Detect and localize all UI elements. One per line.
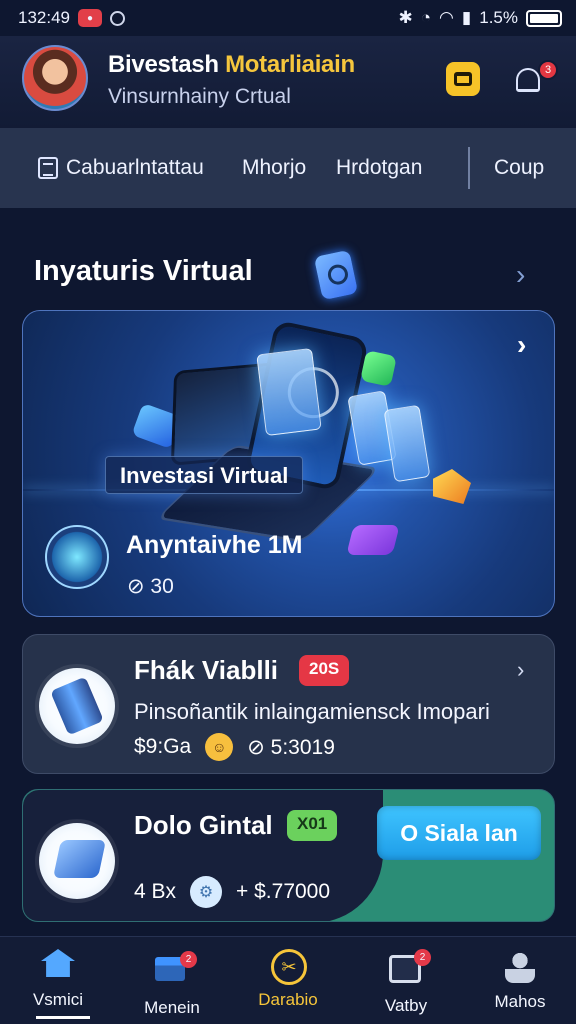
nav-profile[interactable]: Mahos xyxy=(468,949,572,1021)
nav-tools[interactable]: ✂ Darabio xyxy=(236,949,340,1021)
status-left: 132:49 ● xyxy=(18,8,125,28)
active-indicator xyxy=(36,1016,90,1019)
investment-card[interactable]: Fhák Viablli 20S Pinsoñantik inlaingamie… xyxy=(22,634,555,774)
card-price: $9:Ga xyxy=(134,735,192,758)
tab-mhorjo[interactable]: Mhorjo xyxy=(242,156,322,180)
card-meta: $9:Ga ☺ ⊘ 5:3019 xyxy=(134,733,335,761)
signal-icon: ▮ xyxy=(461,8,472,27)
home-icon xyxy=(41,949,75,983)
card-title: Dolo Gintal xyxy=(134,810,273,840)
nav-home[interactable]: Vsmici xyxy=(6,949,110,1021)
tab-hrdotgan[interactable]: Hrdotgan xyxy=(336,156,440,180)
section-title: Inyaturis Virtual xyxy=(34,255,253,287)
chevron-right-icon[interactable]: › xyxy=(517,657,524,683)
nav-badge: 2 xyxy=(414,949,431,966)
nav-label: Vsmici xyxy=(32,990,84,1009)
green-sparkle-icon xyxy=(360,350,397,387)
wrench-icon: ⚙ xyxy=(190,876,223,908)
hero-amount: Anyntaivhe 1M xyxy=(126,531,303,559)
status-badge: X01 xyxy=(287,810,338,841)
investment-roll-icon xyxy=(39,668,115,744)
app-notification-icon: ● xyxy=(78,9,102,27)
bottom-navigation: Vsmici 2 Menein ✂ Darabio 2 Vatby Mahos xyxy=(0,936,576,1024)
search-badge-icon xyxy=(313,249,359,301)
nav-label: Darabio xyxy=(258,990,318,1009)
status-badge: 20S xyxy=(299,655,350,686)
nav-store[interactable]: 2 Menein xyxy=(120,949,224,1021)
tools-shape: ✂ xyxy=(271,949,307,985)
tab-divider xyxy=(468,147,470,189)
card-description: Pinsoñantik inlaingamiensck Imopari xyxy=(134,699,490,724)
box-graphic xyxy=(52,840,107,878)
card-meta-value: ⊘ 5:3019 xyxy=(247,735,335,759)
coin-face-icon: ☺ xyxy=(205,733,234,761)
status-bar: 132:49 ● ✱ ◔ ◠ ▮ 1.5% xyxy=(0,0,576,36)
document-icon xyxy=(38,157,58,179)
store-icon: 2 xyxy=(155,951,197,991)
card-title: Fhák Viablli xyxy=(134,655,279,685)
battery-level: 1.5% xyxy=(479,8,518,27)
nav-wallet[interactable]: 2 Vatby xyxy=(354,949,458,1021)
status-indicator-icon xyxy=(110,10,125,26)
wifi-icon: ◠ xyxy=(439,8,454,27)
tab-label: Coup xyxy=(494,156,545,179)
tab-label: Cabuarlntattau xyxy=(66,156,204,179)
tools-icon: ✂ xyxy=(271,949,307,985)
hero-caption: Investasi Virtual xyxy=(105,456,304,494)
status-time: 132:49 xyxy=(18,8,70,27)
digital-box-icon xyxy=(39,823,115,899)
title-highlight: Motarliaiain xyxy=(225,51,355,78)
wallet-icon: 2 xyxy=(389,949,431,989)
user-icon xyxy=(503,951,537,985)
hero-meta: ⊘ 30 xyxy=(127,575,174,598)
join-button[interactable]: O Siala lan xyxy=(377,806,541,860)
home-shape xyxy=(41,949,75,977)
tab-label: Hrdotgan xyxy=(336,156,423,179)
nav-label: Vatby xyxy=(384,996,428,1015)
wallet-icon xyxy=(454,72,472,86)
digital-card[interactable]: Dolo Gintal X01 O Siala lan 4 Bx ⚙ + $.7… xyxy=(22,789,555,922)
header: Bivestash Motarliaiain Vinsurnhainy Crtu… xyxy=(0,36,576,128)
avatar[interactable] xyxy=(22,45,88,111)
card-meta: 4 Bx ⚙ + $.77000 xyxy=(134,876,330,908)
nav-label: Mahos xyxy=(494,992,546,1011)
chevron-right-icon[interactable]: › xyxy=(516,259,525,291)
card-meta-value: + $.77000 xyxy=(236,880,331,903)
title-primary: Bivestash xyxy=(108,51,219,78)
gold-crystal-icon xyxy=(433,469,471,504)
status-right: ✱ ◔ ◠ ▮ 1.5% xyxy=(399,8,562,28)
notifications-button[interactable]: 3 xyxy=(512,60,558,102)
nav-badge: 2 xyxy=(180,951,197,968)
wallet-button[interactable] xyxy=(446,62,480,96)
page-subtitle: Vinsurnhainy Crtual xyxy=(108,85,291,108)
category-tabs: Cabuarlntattau Mhorjo Hrdotgan Coup xyxy=(0,128,576,208)
bluetooth-icon: ✱ xyxy=(398,8,413,27)
floating-card-illustration xyxy=(383,404,431,483)
tab-label: Mhorjo xyxy=(242,156,307,179)
purple-block-icon xyxy=(346,525,400,555)
alarm-icon: ◔ xyxy=(420,8,432,27)
chevron-right-icon[interactable]: › xyxy=(517,329,526,361)
floating-card-illustration xyxy=(256,347,322,437)
bell-icon xyxy=(516,68,540,92)
roll-graphic xyxy=(50,676,104,736)
investment-orb-icon xyxy=(45,525,109,589)
battery-icon xyxy=(526,9,562,27)
tab-coup[interactable]: Coup xyxy=(494,156,554,180)
nav-label: Menein xyxy=(144,998,200,1017)
tab-cabuarlntattau[interactable]: Cabuarlntattau xyxy=(38,156,210,180)
user-shape xyxy=(505,951,535,983)
card-prefix: 4 Bx xyxy=(134,880,177,903)
virtual-investment-hero[interactable]: Investasi Virtual Anyntaivhe 1M ⊘ 30 › xyxy=(22,310,555,617)
notification-badge: 3 xyxy=(538,60,558,80)
page-title: Bivestash Motarliaiain xyxy=(108,51,355,79)
